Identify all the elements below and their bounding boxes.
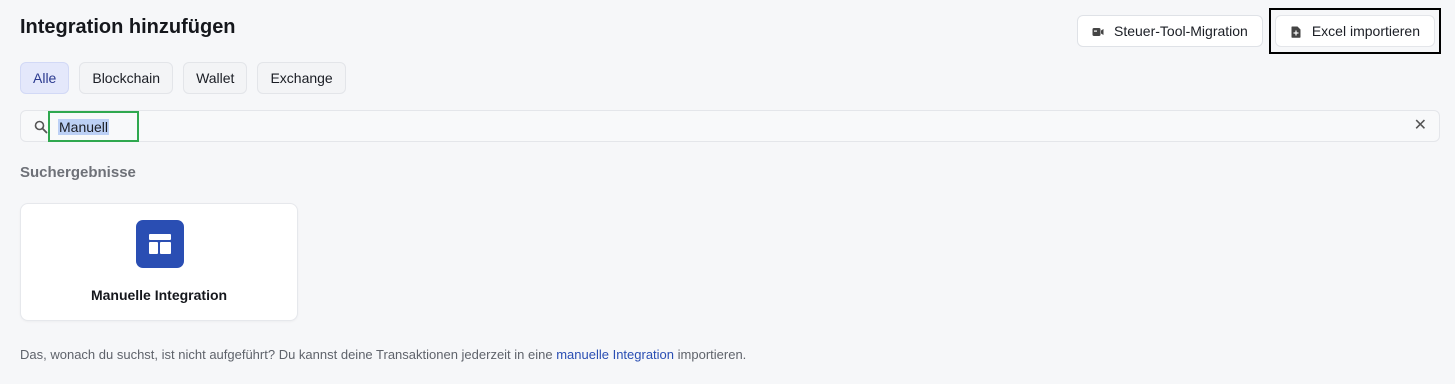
integration-card[interactable]: Manuelle Integration bbox=[20, 203, 298, 321]
top-actions: Steuer-Tool-Migration Excel importieren bbox=[1077, 8, 1441, 54]
filter-chip-blockchain[interactable]: Blockchain bbox=[79, 62, 174, 94]
integration-name: Manuelle Integration bbox=[90, 287, 228, 303]
not-listed-hint: Das, wonach du suchst, ist nicht aufgefü… bbox=[20, 347, 746, 362]
search-input[interactable]: Manuell ✕ bbox=[20, 110, 1440, 142]
manual-integration-link[interactable]: manuelle Integration bbox=[556, 347, 674, 362]
filter-chips: Alle Blockchain Wallet Exchange bbox=[20, 62, 346, 94]
filter-chip-alle[interactable]: Alle bbox=[20, 62, 70, 94]
integration-page: Integration hinzufügen Steuer-Tool-Migra… bbox=[0, 0, 1455, 384]
steuer-tool-migration-label: Steuer-Tool-Migration bbox=[1114, 23, 1248, 39]
hint-text-after: importieren. bbox=[674, 347, 747, 362]
excel-importieren-label: Excel importieren bbox=[1311, 23, 1420, 39]
filter-chip-wallet[interactable]: Wallet bbox=[183, 62, 248, 94]
search-value[interactable]: Manuell bbox=[58, 119, 110, 135]
results-heading: Suchergebnisse bbox=[20, 164, 136, 181]
steuer-tool-migration-button[interactable]: Steuer-Tool-Migration bbox=[1077, 15, 1263, 47]
filter-chip-exchange[interactable]: Exchange bbox=[257, 62, 346, 94]
search-icon bbox=[34, 120, 48, 134]
file-plus-icon bbox=[1290, 25, 1302, 38]
excel-importieren-button[interactable]: Excel importieren bbox=[1274, 15, 1435, 47]
migration-icon bbox=[1092, 25, 1104, 37]
page-title: Integration hinzufügen bbox=[20, 16, 236, 38]
close-icon[interactable]: ✕ bbox=[1414, 118, 1427, 134]
search-value-highlight: Manuell bbox=[48, 111, 139, 142]
table-layout-icon bbox=[136, 220, 184, 268]
hint-text-before: Das, wonach du suchst, ist nicht aufgefü… bbox=[20, 347, 557, 362]
excel-import-highlight: Excel importieren bbox=[1268, 8, 1441, 54]
